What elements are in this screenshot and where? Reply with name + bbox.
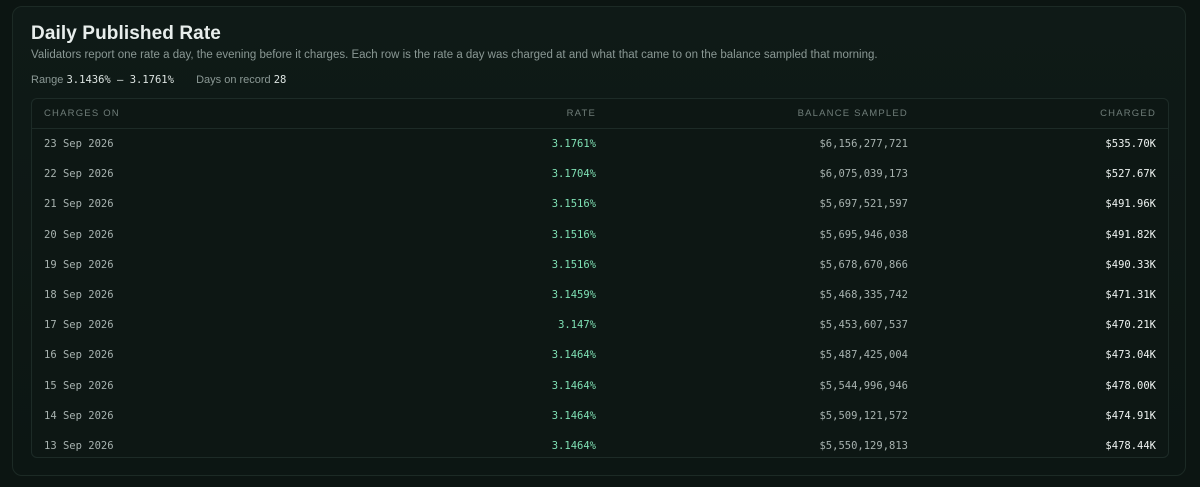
table-row: 17 Sep 2026 3.147% $5,453,607,537 $470.2… — [32, 310, 1168, 340]
cell-date: 20 Sep 2026 — [44, 228, 114, 241]
table-row: 19 Sep 2026 3.1516% $5,678,670,866 $490.… — [32, 250, 1168, 280]
table-row: 14 Sep 2026 3.1464% $5,509,121,572 $474.… — [32, 401, 1168, 431]
table-row: 23 Sep 2026 3.1761% $6,156,277,721 $535.… — [32, 129, 1168, 160]
cell-rate: 3.1459% — [551, 289, 596, 302]
cell-charged: $478.00K — [1105, 379, 1156, 392]
column-header-charged: CHARGED — [908, 99, 1168, 129]
cell-charged: $491.96K — [1105, 198, 1156, 211]
cell-date: 17 Sep 2026 — [44, 319, 114, 332]
table-row: 18 Sep 2026 3.1459% $5,468,335,742 $471.… — [32, 280, 1168, 310]
cell-date: 23 Sep 2026 — [44, 138, 114, 151]
column-header-charges-on: CHARGES ON — [32, 99, 424, 129]
cell-rate: 3.1464% — [551, 409, 596, 422]
cell-date: 18 Sep 2026 — [44, 289, 114, 302]
cell-charged: $470.21K — [1105, 319, 1156, 332]
cell-date: 21 Sep 2026 — [44, 198, 114, 211]
rate-panel: Daily Published Rate Validators report o… — [12, 6, 1186, 476]
days-value: 28 — [273, 74, 287, 86]
cell-rate: 3.1704% — [551, 168, 596, 181]
cell-date: 16 Sep 2026 — [44, 349, 114, 362]
rates-table-container: CHARGES ON RATE BALANCE SAMPLED CHARGED … — [31, 98, 1169, 458]
cell-charged: $490.33K — [1105, 258, 1156, 271]
cell-balance: $5,678,670,866 — [819, 258, 908, 271]
cell-rate: 3.1761% — [551, 138, 596, 151]
range-value: 3.1436% – 3.1761% — [66, 74, 174, 86]
table-row: 16 Sep 2026 3.1464% $5,487,425,004 $473.… — [32, 340, 1168, 370]
table-row: 21 Sep 2026 3.1516% $5,697,521,597 $491.… — [32, 189, 1168, 219]
cell-rate: 3.1464% — [551, 379, 596, 392]
cell-charged: $474.91K — [1105, 409, 1156, 422]
cell-balance: $5,509,121,572 — [819, 409, 908, 422]
table-body: 23 Sep 2026 3.1761% $6,156,277,721 $535.… — [32, 129, 1168, 458]
panel-title: Daily Published Rate — [31, 23, 221, 44]
cell-date: 19 Sep 2026 — [44, 258, 114, 271]
cell-rate: 3.147% — [558, 319, 596, 332]
cell-rate: 3.1464% — [551, 439, 596, 452]
range-label: Range — [31, 74, 64, 86]
column-header-balance-sampled: BALANCE SAMPLED — [596, 99, 908, 129]
days-label: Days on record — [196, 74, 271, 86]
table-row: 22 Sep 2026 3.1704% $6,075,039,173 $527.… — [32, 159, 1168, 189]
cell-charged: $473.04K — [1105, 349, 1156, 362]
cell-rate: 3.1516% — [551, 228, 596, 241]
cell-rate: 3.1516% — [551, 198, 596, 211]
cell-balance: $6,156,277,721 — [819, 138, 908, 151]
cell-balance: $5,487,425,004 — [819, 349, 908, 362]
panel-subtitle: Validators report one rate a day, the ev… — [31, 49, 878, 61]
cell-balance: $6,075,039,173 — [819, 168, 908, 181]
cell-charged: $535.70K — [1105, 138, 1156, 151]
cell-rate: 3.1516% — [551, 258, 596, 271]
range-summary: Range 3.1436% – 3.1761% Days on record 2… — [31, 74, 286, 86]
cell-date: 15 Sep 2026 — [44, 379, 114, 392]
cell-balance: $5,453,607,537 — [819, 319, 908, 332]
cell-charged: $527.67K — [1105, 168, 1156, 181]
cell-rate: 3.1464% — [551, 349, 596, 362]
table-header-row: CHARGES ON RATE BALANCE SAMPLED CHARGED — [32, 99, 1168, 129]
rates-table: CHARGES ON RATE BALANCE SAMPLED CHARGED … — [32, 99, 1168, 458]
cell-date: 14 Sep 2026 — [44, 409, 114, 422]
cell-charged: $491.82K — [1105, 228, 1156, 241]
cell-balance: $5,697,521,597 — [819, 198, 908, 211]
cell-date: 13 Sep 2026 — [44, 439, 114, 452]
table-row: 15 Sep 2026 3.1464% $5,544,996,946 $478.… — [32, 371, 1168, 401]
cell-balance: $5,550,129,813 — [819, 439, 908, 452]
cell-balance: $5,544,996,946 — [819, 379, 908, 392]
cell-date: 22 Sep 2026 — [44, 168, 114, 181]
column-header-rate: RATE — [424, 99, 596, 129]
table-row: 13 Sep 2026 3.1464% $5,550,129,813 $478.… — [32, 431, 1168, 457]
table-row: 20 Sep 2026 3.1516% $5,695,946,038 $491.… — [32, 220, 1168, 250]
cell-charged: $478.44K — [1105, 439, 1156, 452]
cell-charged: $471.31K — [1105, 289, 1156, 302]
cell-balance: $5,695,946,038 — [819, 228, 908, 241]
cell-balance: $5,468,335,742 — [819, 289, 908, 302]
